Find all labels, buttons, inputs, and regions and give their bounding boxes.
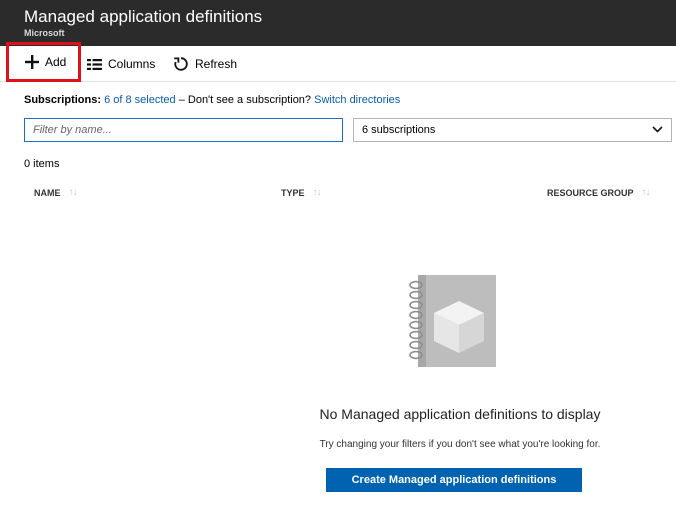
add-button[interactable]: Add (6, 42, 81, 82)
subscriptions-dropdown[interactable]: 6 subscriptions (353, 118, 672, 142)
subscriptions-hint: – Don't see a subscription? (178, 94, 312, 106)
columns-icon (87, 58, 102, 70)
page-title: Managed application definitions (24, 7, 263, 26)
empty-state-title: No Managed application definitions to di… (319, 406, 601, 422)
columns-button-label: Columns (108, 57, 156, 71)
sort-arrows-icon: ↑↓ (641, 187, 651, 198)
subscription-summary: Subscriptions: 6 of 8 selected – Don't s… (24, 94, 400, 106)
page-subtitle: Microsoft (24, 28, 65, 38)
blade-header: Managed application definitions Microsof… (0, 0, 676, 46)
column-header-type[interactable]: TYPE ↑↓ (281, 187, 322, 198)
sort-arrows-icon: ↑↓ (312, 187, 322, 198)
columns-button[interactable]: Columns (87, 46, 155, 82)
create-definition-button[interactable]: Create Managed application definitions (326, 468, 582, 492)
column-header-resource-group-label: RESOURCE GROUP (547, 187, 634, 198)
column-header-name[interactable]: NAME ↑↓ (34, 187, 78, 198)
refresh-button[interactable]: Refresh (173, 46, 237, 82)
sort-arrows-icon: ↑↓ (68, 187, 78, 198)
notebook-cube-icon (404, 273, 500, 369)
subscriptions-label: Subscriptions: (24, 94, 102, 106)
filter-by-name-input[interactable] (24, 118, 343, 142)
refresh-button-label: Refresh (195, 57, 238, 71)
column-header-type-label: TYPE (281, 187, 305, 198)
plus-icon (25, 55, 39, 69)
add-button-label: Add (45, 55, 67, 69)
refresh-icon (173, 56, 189, 72)
subscriptions-dropdown-value: 6 subscriptions (362, 124, 436, 136)
item-count: 0 items (24, 158, 60, 170)
column-header-resource-group[interactable]: RESOURCE GROUP ↑↓ (547, 187, 651, 198)
switch-directories-link[interactable]: Switch directories (314, 94, 400, 106)
column-header-name-label: NAME (34, 187, 61, 198)
empty-state-hint: Try changing your filters if you don't s… (319, 439, 601, 450)
command-bar: Add Columns Refresh (0, 42, 676, 82)
chevron-down-icon (652, 124, 663, 136)
subscriptions-selected-link[interactable]: 6 of 8 selected (104, 94, 176, 106)
